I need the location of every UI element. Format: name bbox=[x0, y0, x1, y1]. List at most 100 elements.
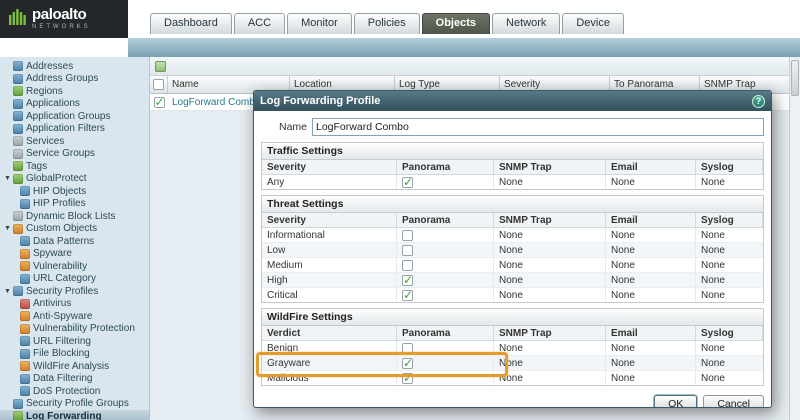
snmp-trap-cell[interactable]: None bbox=[494, 341, 606, 355]
snmp-trap-cell[interactable]: None bbox=[494, 228, 606, 242]
tab-network[interactable]: Network bbox=[492, 13, 560, 34]
sidebar-item-regions[interactable]: Regions bbox=[0, 85, 149, 98]
syslog-cell[interactable]: None bbox=[696, 341, 763, 355]
panorama-checkbox[interactable] bbox=[402, 290, 413, 301]
tab-objects[interactable]: Objects bbox=[422, 13, 490, 34]
sidebar-item-globalprotect[interactable]: ▼GlobalProtect bbox=[0, 173, 149, 186]
email-cell[interactable]: None bbox=[606, 371, 696, 385]
paloalto-logo: paloalto NETWORKS bbox=[0, 0, 128, 38]
sidebar-item-wildfire-analysis[interactable]: WildFire Analysis bbox=[0, 360, 149, 373]
ok-button[interactable]: OK bbox=[654, 395, 697, 407]
verdict-cell: Benign bbox=[262, 341, 397, 355]
snmp-trap-cell[interactable]: None bbox=[494, 243, 606, 257]
email-cell[interactable]: None bbox=[606, 288, 696, 302]
toolbar-icon[interactable] bbox=[155, 61, 166, 72]
syslog-cell[interactable]: None bbox=[696, 371, 763, 385]
dialog-header[interactable]: Log Forwarding Profile ? bbox=[254, 91, 771, 111]
sidebar-item-data-patterns[interactable]: Data Patterns bbox=[0, 235, 149, 248]
sidebar-item-vulnerability[interactable]: Vulnerability bbox=[0, 260, 149, 273]
email-cell[interactable]: None bbox=[606, 228, 696, 242]
snmp-trap-cell[interactable]: None bbox=[494, 371, 606, 385]
scrollbar-thumb[interactable] bbox=[791, 60, 799, 96]
sidebar-item-antivirus[interactable]: Antivirus bbox=[0, 298, 149, 311]
table-row: Critical None None None bbox=[262, 288, 763, 302]
tab-dashboard[interactable]: Dashboard bbox=[150, 13, 232, 34]
cancel-button[interactable]: Cancel bbox=[703, 395, 764, 407]
email-cell[interactable]: None bbox=[606, 341, 696, 355]
email-cell[interactable]: None bbox=[606, 243, 696, 257]
sidebar-item-security-profiles[interactable]: ▼Security Profiles bbox=[0, 285, 149, 298]
email-cell[interactable]: None bbox=[606, 356, 696, 370]
panorama-checkbox[interactable] bbox=[402, 230, 413, 241]
sidebar-item-service-groups[interactable]: Service Groups bbox=[0, 148, 149, 161]
log-forwarding-icon bbox=[13, 411, 23, 420]
help-icon[interactable]: ? bbox=[752, 95, 765, 108]
email-cell[interactable]: None bbox=[606, 258, 696, 272]
severity-cell: Informational bbox=[262, 228, 397, 242]
log-forwarding-profile-dialog: Log Forwarding Profile ? Name LogForward… bbox=[253, 90, 772, 408]
tab-device[interactable]: Device bbox=[562, 13, 624, 34]
hip-objects-icon bbox=[20, 186, 30, 196]
sidebar-item-file-blocking[interactable]: File Blocking bbox=[0, 348, 149, 361]
sidebar-item-application-filters[interactable]: Application Filters bbox=[0, 123, 149, 136]
sidebar-item-addresses[interactable]: Addresses bbox=[0, 60, 149, 73]
sidebar-item-address-groups[interactable]: Address Groups bbox=[0, 73, 149, 86]
syslog-cell[interactable]: None bbox=[696, 228, 763, 242]
panorama-checkbox[interactable] bbox=[402, 358, 413, 369]
panorama-checkbox[interactable] bbox=[402, 373, 413, 384]
sidebar-item-application-groups[interactable]: Application Groups bbox=[0, 110, 149, 123]
snmp-trap-cell[interactable]: None bbox=[494, 288, 606, 302]
tab-acc[interactable]: ACC bbox=[234, 13, 285, 34]
snmp-trap-cell[interactable]: None bbox=[494, 356, 606, 370]
panorama-checkbox[interactable] bbox=[402, 260, 413, 271]
tab-monitor[interactable]: Monitor bbox=[287, 13, 352, 34]
dialog-title: Log Forwarding Profile bbox=[260, 95, 380, 107]
sidebar-item-spyware[interactable]: Spyware bbox=[0, 248, 149, 261]
panorama-cell bbox=[397, 341, 494, 355]
sidebar-item-data-filtering[interactable]: Data Filtering bbox=[0, 373, 149, 386]
panorama-checkbox[interactable] bbox=[402, 343, 413, 354]
sidebar-item-dos-protection[interactable]: DoS Protection bbox=[0, 385, 149, 398]
vertical-scrollbar[interactable] bbox=[789, 57, 800, 420]
syslog-cell[interactable]: None bbox=[696, 273, 763, 287]
panorama-cell bbox=[397, 273, 494, 287]
sidebar-item-applications[interactable]: Applications bbox=[0, 98, 149, 111]
syslog-cell[interactable]: None bbox=[696, 258, 763, 272]
sidebar-item-security-profile-groups[interactable]: Security Profile Groups bbox=[0, 398, 149, 411]
sidebar-item-hip-profiles[interactable]: HIP Profiles bbox=[0, 198, 149, 211]
sidebar-item-url-filtering[interactable]: URL Filtering bbox=[0, 335, 149, 348]
row-checkbox[interactable] bbox=[154, 97, 165, 108]
sidebar-item-vulnerability-protection[interactable]: Vulnerability Protection bbox=[0, 323, 149, 336]
sidebar-item-dynamic-block-lists[interactable]: Dynamic Block Lists bbox=[0, 210, 149, 223]
snmp-trap-cell[interactable]: None bbox=[494, 273, 606, 287]
syslog-cell[interactable]: None bbox=[696, 356, 763, 370]
name-input[interactable]: LogForward Combo bbox=[312, 118, 764, 136]
grid-toolbar bbox=[150, 57, 800, 76]
select-all-checkbox[interactable] bbox=[153, 79, 164, 90]
syslog-cell[interactable]: None bbox=[696, 288, 763, 302]
globalprotect-icon bbox=[13, 174, 23, 184]
sidebar-item-tags[interactable]: Tags bbox=[0, 160, 149, 173]
sidebar-item-hip-objects[interactable]: HIP Objects bbox=[0, 185, 149, 198]
email-cell[interactable]: None bbox=[606, 273, 696, 287]
syslog-cell[interactable]: None bbox=[696, 175, 763, 189]
sidebar-item-log-forwarding[interactable]: Log Forwarding bbox=[0, 410, 149, 420]
snmp-trap-cell[interactable]: None bbox=[494, 175, 606, 189]
tab-policies[interactable]: Policies bbox=[354, 13, 420, 34]
sidebar-item-url-category[interactable]: URL Category bbox=[0, 273, 149, 286]
sidebar-item-anti-spyware[interactable]: Anti-Spyware bbox=[0, 310, 149, 323]
syslog-cell[interactable]: None bbox=[696, 243, 763, 257]
panorama-checkbox[interactable] bbox=[402, 245, 413, 256]
sidebar-item-custom-objects[interactable]: ▼Custom Objects bbox=[0, 223, 149, 236]
file-blocking-icon bbox=[20, 349, 30, 359]
panorama-checkbox[interactable] bbox=[402, 177, 413, 188]
section-column-headers: Severity Panorama SNMP Trap Email Syslog bbox=[262, 160, 763, 175]
snmp-trap-cell[interactable]: None bbox=[494, 258, 606, 272]
panorama-checkbox[interactable] bbox=[402, 275, 413, 286]
table-row: High None None None bbox=[262, 273, 763, 288]
severity-cell: High bbox=[262, 273, 397, 287]
select-all-checkbox-cell bbox=[150, 76, 168, 93]
verdict-cell: Malicious bbox=[262, 371, 397, 385]
sidebar-item-services[interactable]: Services bbox=[0, 135, 149, 148]
email-cell[interactable]: None bbox=[606, 175, 696, 189]
